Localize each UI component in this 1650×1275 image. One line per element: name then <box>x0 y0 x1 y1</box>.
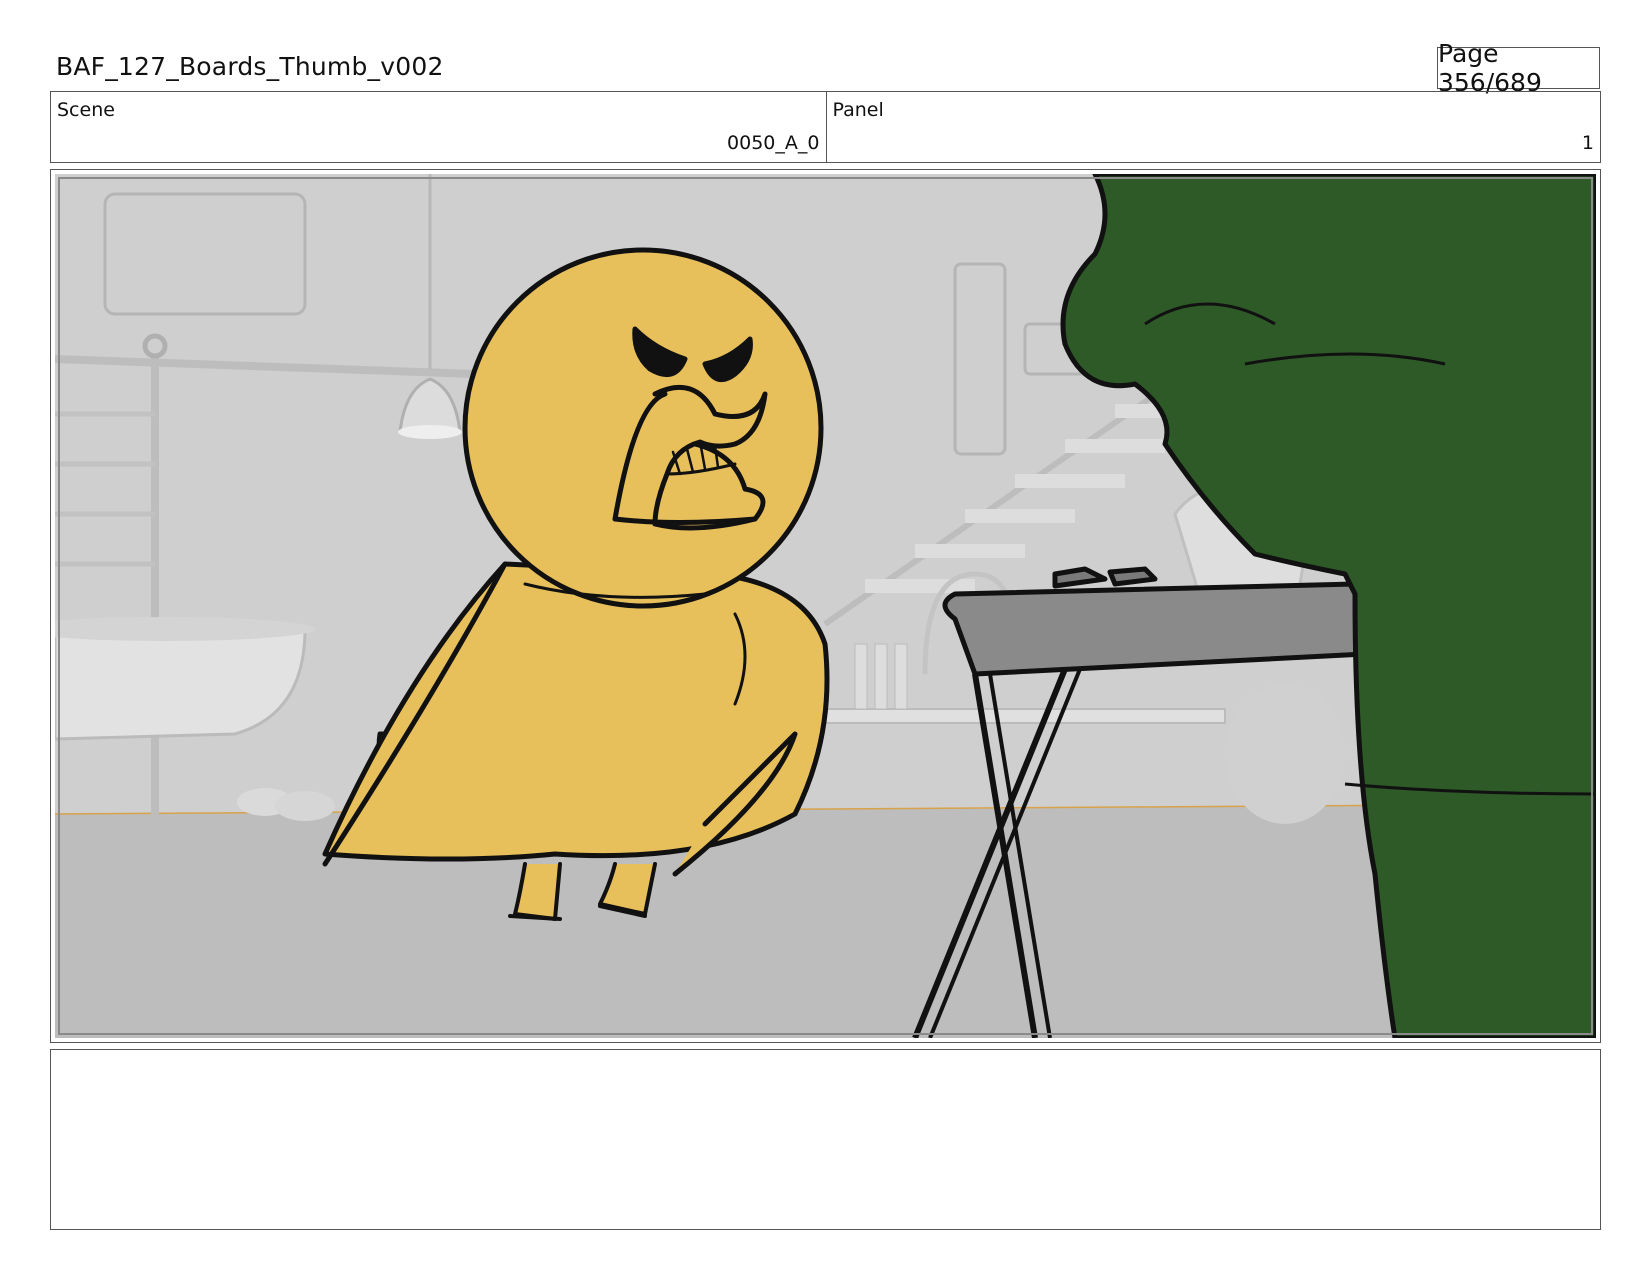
scene-label: Scene <box>57 99 115 121</box>
notes-box <box>50 1049 1601 1230</box>
scene-cell: Scene 0050_A_0 <box>51 92 826 162</box>
scene-value: 0050_A_0 <box>727 132 820 154</box>
panel-value: 1 <box>1581 132 1594 154</box>
scene-panel-info: Scene 0050_A_0 Panel 1 <box>50 91 1601 163</box>
document-title: BAF_127_Boards_Thumb_v002 <box>56 52 444 81</box>
page-number: Page 356/689 <box>1437 39 1600 97</box>
storyboard-frame <box>50 169 1601 1043</box>
storyboard-artwork <box>55 174 1596 1038</box>
panel-cell: Panel 1 <box>825 92 1601 162</box>
panel-label: Panel <box>832 99 884 121</box>
